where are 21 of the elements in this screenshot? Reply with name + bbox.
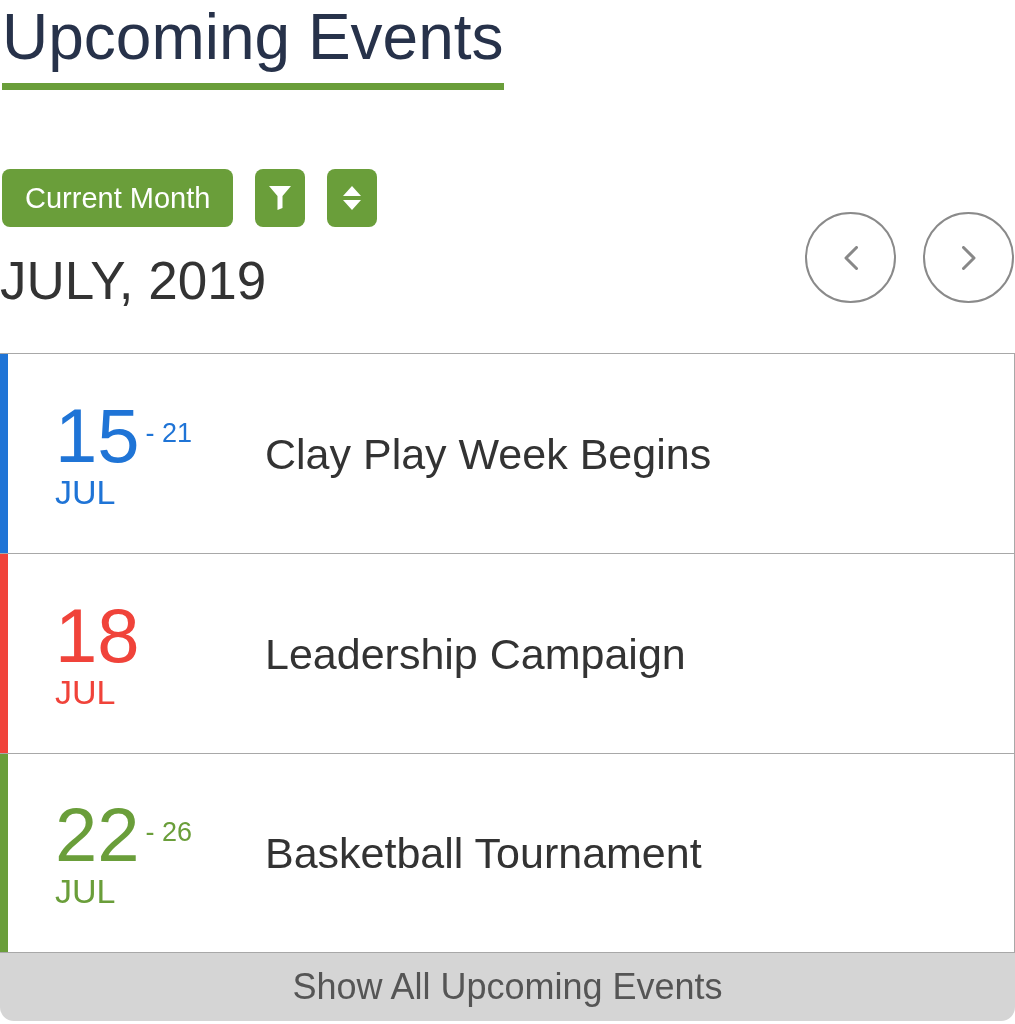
event-title: Clay Play Week Begins <box>265 428 712 480</box>
month-heading: JULY, 2019 <box>0 250 267 312</box>
chevron-right-icon <box>961 245 976 270</box>
show-all-button[interactable]: Show All Upcoming Events <box>0 953 1015 1021</box>
event-month: JUL <box>55 673 116 710</box>
event-day: 18 <box>55 597 140 674</box>
page-title: Upcoming Events <box>2 0 504 74</box>
event-day: 22 <box>55 797 140 873</box>
event-end-day: - 21 <box>145 419 193 447</box>
event-month: JUL <box>55 473 116 510</box>
event-card[interactable]: 18 JUL Leadership Campaign <box>0 553 1015 753</box>
filter-icon <box>269 186 292 210</box>
event-title: Basketball Tournament <box>265 828 702 879</box>
event-month: JUL <box>55 873 116 909</box>
filter-button[interactable] <box>255 169 306 227</box>
event-end-day: - 26 <box>145 819 193 846</box>
chevron-left-icon <box>843 245 858 270</box>
sort-button[interactable] <box>327 169 378 227</box>
sort-icon <box>343 186 362 210</box>
event-title: Leadership Campaign <box>265 628 686 680</box>
event-day: 15 <box>55 397 140 474</box>
